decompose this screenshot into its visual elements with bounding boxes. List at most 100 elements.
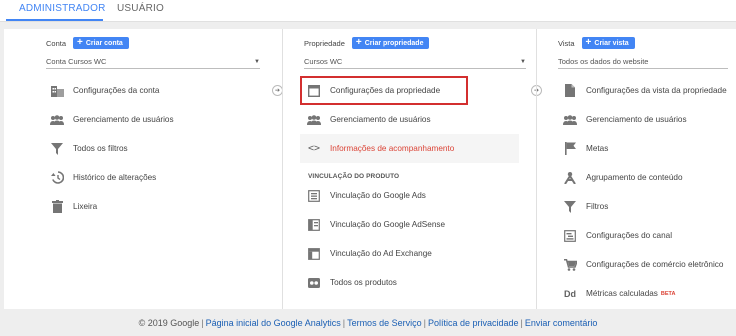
footer: © 2019 Google | Página inicial do Google A… [0, 318, 736, 328]
menu-item-label: Gerenciamento de usuários [330, 115, 431, 124]
view-header: Vista + Criar vista [558, 36, 635, 50]
menu-item-label: Informações de acompanhamento [330, 144, 455, 153]
code-icon: <> [307, 143, 321, 154]
create-account-button[interactable]: + Criar conta [73, 37, 129, 49]
account-select[interactable]: Conta Cursos WC ▼ [46, 55, 260, 69]
property-tracking-item[interactable]: <> Informações de acompanhamento [300, 134, 519, 163]
account-column: Conta + Criar conta Conta Cursos WC ▼ Con… [4, 29, 283, 309]
adsense-icon [307, 218, 321, 232]
create-property-button[interactable]: + Criar propriedade [351, 37, 430, 49]
window-icon [307, 84, 321, 98]
tab-administrador[interactable]: ADMINISTRADOR [19, 3, 106, 14]
admin-panel: Conta + Criar conta Conta Cursos WC ▼ Con… [4, 29, 736, 309]
adexchange-icon [307, 247, 321, 261]
menu-item-label: Vinculação do Google Ads [330, 191, 426, 200]
channel-icon [563, 229, 577, 243]
ads-icon [307, 189, 321, 203]
menu-item-label: Vinculação do Google AdSense [330, 220, 446, 229]
menu-item-label: Todos os produtos [330, 278, 397, 287]
ecommerce-settings-item[interactable]: Configurações de comércio eletrônico [563, 250, 736, 279]
account-settings-item[interactable]: Configurações da conta [50, 76, 270, 105]
document-icon [563, 84, 577, 98]
menu-item-label: Lixeira [73, 202, 98, 211]
building-icon [50, 84, 64, 98]
menu-item-label: Agrupamento de conteúdo [586, 173, 683, 182]
property-header-label: Propriedade [304, 38, 345, 48]
property-users-item[interactable]: Gerenciamento de usuários [307, 105, 519, 134]
view-select[interactable]: Todos os dados do website [558, 55, 728, 69]
channel-settings-item[interactable]: Configurações do canal [563, 221, 736, 250]
account-filters-item[interactable]: Todos os filtros [50, 134, 270, 163]
menu-item-label: Gerenciamento de usuários [586, 115, 687, 124]
footer-separator: | [423, 318, 426, 328]
calculated-metrics-item[interactable]: Dd Métricas calculadas BETA [563, 279, 736, 308]
property-settings-item[interactable]: Configurações da propriedade [300, 76, 468, 105]
history-icon [50, 171, 64, 185]
property-header: Propriedade + Criar propriedade [304, 36, 430, 50]
terms-link[interactable]: Termos de Serviço [347, 318, 422, 328]
menu-item-label: Gerenciamento de usuários [73, 115, 174, 124]
flag-icon [563, 142, 577, 156]
view-filters-item[interactable]: Filtros [563, 192, 736, 221]
account-select-value: Conta Cursos WC [46, 57, 107, 66]
account-header-label: Conta [46, 38, 67, 48]
footer-separator: | [520, 318, 523, 328]
copyright-text: © 2019 Google [138, 318, 200, 328]
menu-item-label: Configurações da vista da propriedade [586, 86, 727, 95]
google-ads-link-item[interactable]: Vinculação do Google Ads [307, 181, 519, 210]
content-grouping-item[interactable]: Agrupamento de conteúdo [563, 163, 736, 192]
account-history-item[interactable]: Histórico de alterações [50, 163, 270, 192]
view-users-item[interactable]: Gerenciamento de usuários [563, 105, 736, 134]
adexchange-link-item[interactable]: Vinculação do Ad Exchange [307, 239, 519, 268]
menu-item-label: Métricas calculadas [586, 289, 658, 298]
product-linking-title: VINCULAÇÃO DO PRODUTO [308, 173, 400, 180]
filter-icon [563, 200, 577, 214]
cart-icon [563, 258, 577, 272]
property-select[interactable]: Cursos WC ▼ [304, 55, 526, 69]
tab-usuario[interactable]: USUÁRIO [117, 3, 164, 14]
view-select-value: Todos os dados do website [558, 57, 649, 66]
tab-bar: ADMINISTRADOR USUÁRIO [0, 0, 736, 22]
create-property-label: Criar propriedade [364, 39, 424, 47]
active-tab-indicator [6, 19, 103, 21]
feedback-link[interactable]: Enviar comentário [525, 318, 598, 328]
menu-item-label: Configurações da conta [73, 86, 160, 95]
menu-item-label: Configurações da propriedade [330, 86, 441, 95]
all-products-item[interactable]: Todos os produtos [307, 268, 519, 297]
plus-icon: + [77, 37, 83, 48]
account-users-item[interactable]: Gerenciamento de usuários [50, 105, 270, 134]
trash-icon [50, 200, 64, 214]
filter-icon [50, 142, 64, 156]
create-view-button[interactable]: + Criar vista [581, 37, 635, 49]
property-select-value: Cursos WC [304, 57, 343, 66]
account-header: Conta + Criar conta [46, 36, 129, 50]
footer-separator: | [201, 318, 204, 328]
users-icon [563, 113, 577, 127]
account-trash-item[interactable]: Lixeira [50, 192, 270, 221]
plus-icon: + [355, 37, 362, 48]
plus-icon: + [585, 37, 592, 48]
privacy-link[interactable]: Política de privacidade [428, 318, 519, 328]
analytics-home-link[interactable]: Página inicial do Google Analytics [206, 318, 341, 328]
caret-down-icon: ▼ [254, 58, 260, 65]
dd-icon: Dd [564, 288, 576, 299]
footer-separator: | [342, 318, 346, 328]
property-column: Propriedade + Criar propriedade Cursos WC… [282, 29, 542, 309]
menu-item-label: Metas [586, 144, 609, 153]
menu-item-label: Filtros [586, 202, 609, 211]
users-icon [50, 113, 64, 127]
adsense-link-item[interactable]: Vinculação do Google AdSense [307, 210, 519, 239]
grouping-icon [563, 171, 577, 185]
products-icon [307, 276, 321, 290]
goals-item[interactable]: Metas [563, 134, 736, 163]
users-icon [307, 113, 321, 127]
menu-item-label: Vinculação do Ad Exchange [330, 249, 432, 258]
view-settings-item[interactable]: Configurações da vista da propriedade [563, 76, 736, 105]
caret-down-icon: ▼ [520, 58, 526, 65]
menu-item-label: Histórico de alterações [73, 173, 157, 182]
view-column: Vista + Criar vista Todos os dados do web… [536, 29, 736, 309]
menu-item-label: Configurações de comércio eletrônico [586, 260, 724, 269]
beta-badge: BETA [660, 290, 676, 297]
create-view-label: Criar vista [594, 39, 629, 47]
view-header-label: Vista [558, 38, 575, 48]
